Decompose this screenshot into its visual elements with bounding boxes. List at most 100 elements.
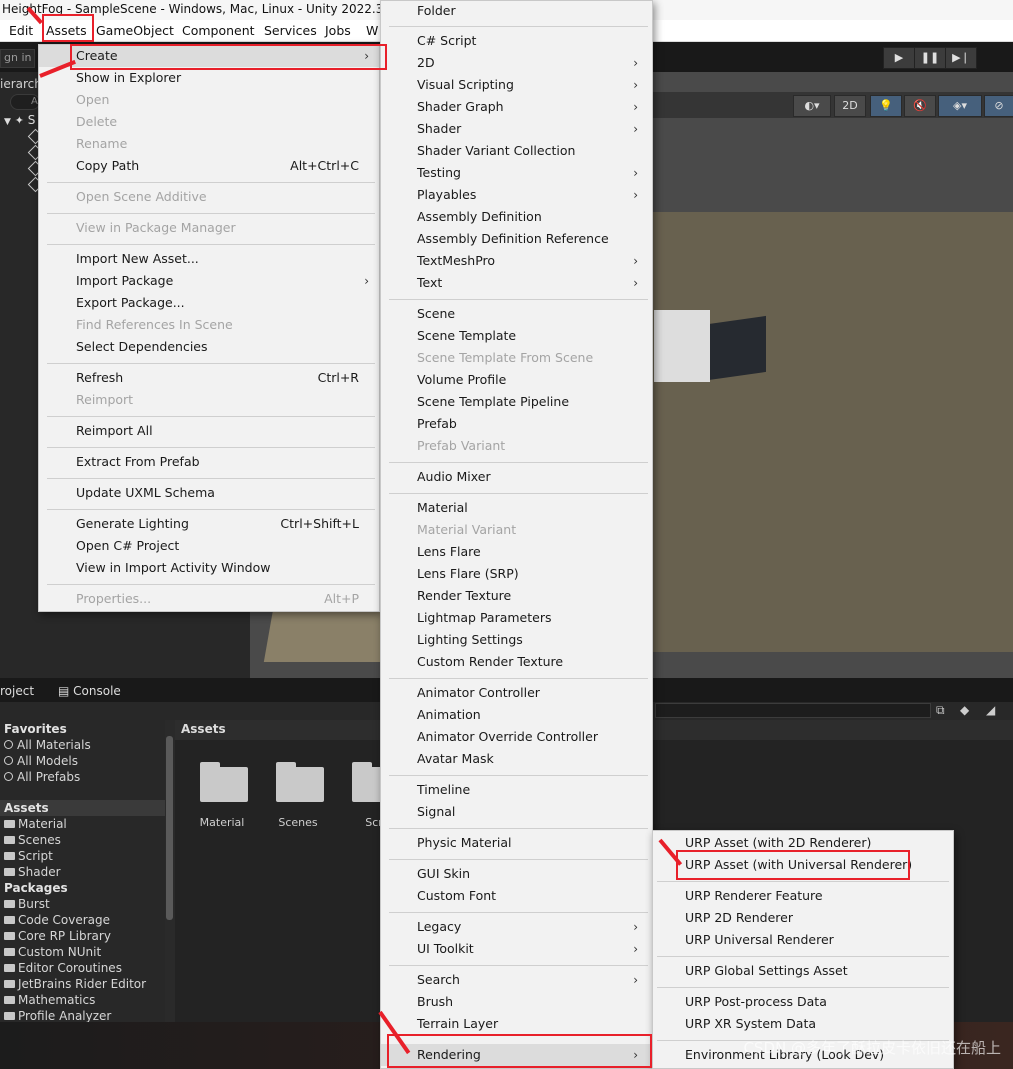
menu-item-export-package[interactable]: Export Package... [39,292,379,314]
menu-item-material[interactable]: Material [381,497,652,519]
package-item[interactable]: Core RP Library [4,928,111,944]
menu-item-lightmap-parameters[interactable]: Lightmap Parameters [381,607,652,629]
menu-item-urp-post-process-data[interactable]: URP Post-process Data [653,991,953,1013]
menu-item-generate-lighting[interactable]: Generate Lighting Ctrl+Shift+L [39,513,379,535]
menu-item-c-script[interactable]: C# Script [381,30,652,52]
menu-item-text[interactable]: Text › [381,272,652,294]
folder-thumbnail-icon[interactable] [200,762,248,802]
menu-item-physic-material[interactable]: Physic Material [381,832,652,854]
menu-item-select-dependencies[interactable]: Select Dependencies [39,336,379,358]
hierarchy-search-input[interactable]: A [10,94,40,110]
menu-item-urp-2d-renderer[interactable]: URP 2D Renderer [653,907,953,929]
asset-folder-item[interactable]: Material [4,816,67,832]
lighting-toggle-button[interactable]: 💡 [870,95,902,117]
package-item[interactable]: Editor Coroutines [4,960,122,976]
menu-item-update-uxml-schema[interactable]: Update UXML Schema [39,482,379,504]
menu-item-prefab[interactable]: Prefab [381,413,652,435]
menu-item-terrain-layer[interactable]: Terrain Layer [381,1013,652,1035]
menu-item-assembly-definition-reference[interactable]: Assembly Definition Reference [381,228,652,250]
menu-item-lens-flare-srp[interactable]: Lens Flare (SRP) [381,563,652,585]
menu-item-search[interactable]: Search › [381,969,652,991]
asset-folder-item[interactable]: Script [4,848,53,864]
account-button[interactable]: gn in [0,49,35,68]
menu-item-folder[interactable]: Folder [381,0,652,22]
package-item[interactable]: Custom NUnit [4,944,101,960]
visibility-toggle-button[interactable]: ⊘ [984,95,1013,117]
menu-item-refresh[interactable]: Refresh Ctrl+R [39,367,379,389]
menu-item-signal[interactable]: Signal [381,801,652,823]
package-item[interactable]: Profile Analyzer [4,1008,111,1022]
menu-item-reimport-all[interactable]: Reimport All [39,420,379,442]
filter-type-icon[interactable]: ◆ [960,703,969,717]
menu-item-playables[interactable]: Playables › [381,184,652,206]
menu-item-show-in-explorer[interactable]: Show in Explorer [39,67,379,89]
menu-item-urp-global-settings-asset[interactable]: URP Global Settings Asset [653,960,953,982]
package-item[interactable]: JetBrains Rider Editor [4,976,146,992]
menu-item-audio-mixer[interactable]: Audio Mixer [381,466,652,488]
menu-item-lighting-settings[interactable]: Lighting Settings [381,629,652,651]
menu-item-shader-graph[interactable]: Shader Graph › [381,96,652,118]
asset-folder-item[interactable]: Scenes [4,832,61,848]
pause-button[interactable]: ❚❚ [914,47,946,69]
menu-item-ui-toolkit[interactable]: UI Toolkit › [381,938,652,960]
menu-item-view-in-import-activity-window[interactable]: View in Import Activity Window [39,557,379,579]
menu-component[interactable]: Component [182,20,255,42]
menu-item-animator-controller[interactable]: Animator Controller [381,682,652,704]
scene-root-row[interactable]: ▼ ✦ S [4,112,35,128]
menu-services[interactable]: Services [264,20,317,42]
favorite-item[interactable]: All Materials [4,737,91,753]
menu-item-import-package[interactable]: Import Package › [39,270,379,292]
audio-toggle-button[interactable]: 🔇 [904,95,936,117]
breadcrumb-assets[interactable]: Assets [181,722,226,736]
menu-item-assembly-definition[interactable]: Assembly Definition [381,206,652,228]
lock-icon[interactable]: ⧉ [936,703,945,718]
menu-item-urp-renderer-feature[interactable]: URP Renderer Feature [653,885,953,907]
favorite-item[interactable]: All Models [4,753,78,769]
menu-edit[interactable]: Edit [9,20,33,42]
menu-item-shader[interactable]: Shader › [381,118,652,140]
menu-item-import-new-asset[interactable]: Import New Asset... [39,248,379,270]
favorites-header[interactable]: Favorites [4,721,67,737]
effects-toggle-button[interactable]: ◈▾ [938,95,982,117]
play-button[interactable]: ▶ [883,47,915,69]
menu-item-visual-scripting[interactable]: Visual Scripting › [381,74,652,96]
menu-item-gui-skin[interactable]: GUI Skin [381,863,652,885]
menu-item-urp-universal-renderer[interactable]: URP Universal Renderer [653,929,953,951]
folder-thumbnail-icon[interactable] [276,762,324,802]
menu-item-copy-path[interactable]: Copy Path Alt+Ctrl+C [39,155,379,177]
step-button[interactable]: ▶❘ [945,47,977,69]
packages-header[interactable]: Packages [4,880,68,896]
tab-console[interactable]: ▤ Console [58,681,121,701]
menu-item-testing[interactable]: Testing › [381,162,652,184]
menu-item-animation[interactable]: Animation [381,704,652,726]
scrollbar-thumb[interactable] [166,736,173,920]
menu-item-brush[interactable]: Brush [381,991,652,1013]
menu-item-scene-template[interactable]: Scene Template [381,325,652,347]
menu-gameobject[interactable]: GameObject [96,20,174,42]
menu-item-urp-xr-system-data[interactable]: URP XR System Data [653,1013,953,1035]
menu-item-scene-template-pipeline[interactable]: Scene Template Pipeline [381,391,652,413]
menu-item-legacy[interactable]: Legacy › [381,916,652,938]
menu-item-avatar-mask[interactable]: Avatar Mask [381,748,652,770]
project-tree-scrollbar[interactable] [165,720,175,1022]
package-item[interactable]: Code Coverage [4,912,110,928]
package-item[interactable]: Burst [4,896,50,912]
menu-item-scene[interactable]: Scene [381,303,652,325]
tab-project[interactable]: roject [0,681,34,701]
asset-folder-item[interactable]: Shader [4,864,61,880]
tag-icon[interactable]: ◢ [986,703,995,717]
menu-item-timeline[interactable]: Timeline [381,779,652,801]
menu-item-animator-override-controller[interactable]: Animator Override Controller [381,726,652,748]
menu-item-shader-variant-collection[interactable]: Shader Variant Collection [381,140,652,162]
toggle-2d-button[interactable]: 2D [834,95,866,117]
project-search-input[interactable] [655,703,931,718]
favorite-item[interactable]: All Prefabs [4,769,80,785]
menu-item-textmeshpro[interactable]: TextMeshPro › [381,250,652,272]
hierarchy-tab[interactable]: ierarch [0,74,42,94]
menu-item-open-c-project[interactable]: Open C# Project [39,535,379,557]
menu-item-2d[interactable]: 2D › [381,52,652,74]
menu-item-custom-font[interactable]: Custom Font [381,885,652,907]
menu-item-render-texture[interactable]: Render Texture [381,585,652,607]
shading-mode-button[interactable]: ◐▾ [793,95,831,117]
menu-jobs[interactable]: Jobs [325,20,351,42]
